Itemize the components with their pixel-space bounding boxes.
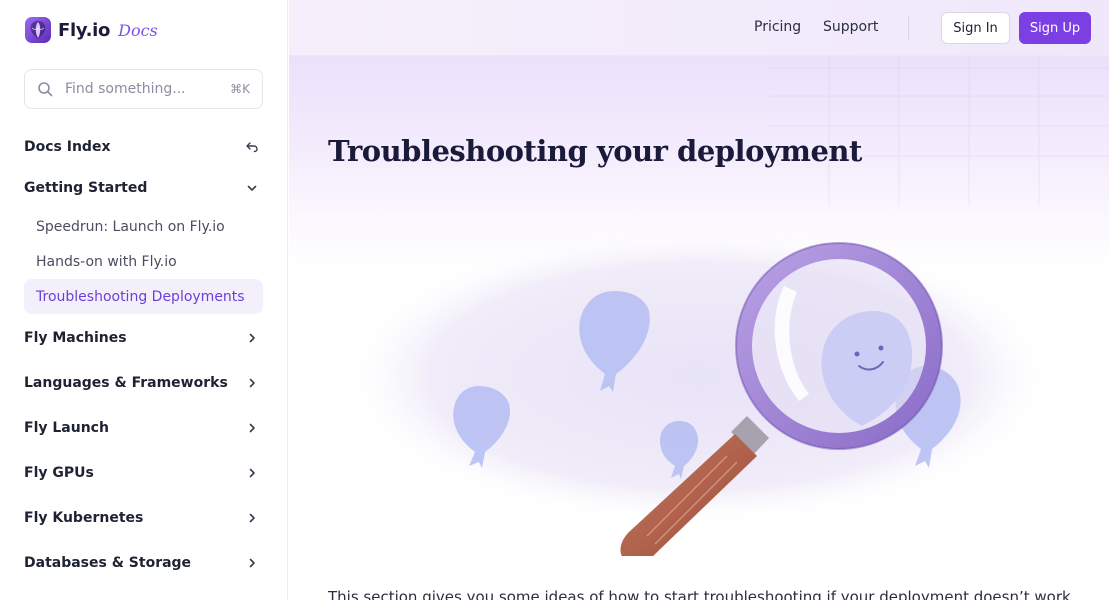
sidebar-item-fly-machines[interactable]: Fly Machines [24, 320, 263, 356]
sidebar-item-docs-index[interactable]: Docs Index [24, 129, 263, 165]
chevron-right-icon [249, 468, 255, 478]
chevron-right-icon [249, 558, 255, 568]
magnifying-glass-illustration [339, 226, 1059, 556]
sidebar-item-label: Fly GPUs [24, 465, 94, 481]
nav-link-support[interactable]: Support [823, 19, 878, 35]
sidebar-item-label: Getting Started [24, 180, 148, 196]
nav-divider [908, 16, 909, 40]
sign-in-button[interactable]: Sign In [941, 12, 1010, 44]
sidebar-subitem-speedrun[interactable]: Speedrun: Launch on Fly.io [24, 209, 263, 244]
sidebar-item-fly-kubernetes[interactable]: Fly Kubernetes [24, 500, 263, 536]
brand-name: Fly.io [58, 19, 111, 41]
sidebar-subitem-label: Hands-on with Fly.io [36, 253, 177, 270]
search-placeholder: Find something... [65, 81, 186, 97]
fly-balloon-icon [25, 17, 51, 43]
sidebar-item-getting-started[interactable]: Getting Started [24, 170, 263, 206]
sidebar-item-label: Docs Index [24, 139, 111, 155]
search-input[interactable]: Find something... ⌘K [24, 69, 263, 109]
sidebar-item-label: Languages & Frameworks [24, 375, 228, 391]
sidebar: Fly.io Docs Find something... ⌘K Docs In… [0, 0, 288, 600]
return-icon [246, 142, 258, 153]
chevron-right-icon [249, 423, 255, 433]
chevron-down-icon [247, 185, 257, 191]
chevron-right-icon [249, 378, 255, 388]
sidebar-item-fly-gpus[interactable]: Fly GPUs [24, 455, 263, 491]
sidebar-subitem-hands-on[interactable]: Hands-on with Fly.io [24, 244, 263, 279]
sidebar-item-languages-frameworks[interactable]: Languages & Frameworks [24, 365, 263, 401]
sidebar-item-label: Fly Kubernetes [24, 510, 144, 526]
sidebar-item-databases-storage[interactable]: Databases & Storage [24, 545, 263, 581]
chevron-right-icon [249, 333, 255, 343]
search-icon [38, 82, 53, 97]
intro-paragraph: This section gives you some ideas of how… [328, 588, 1071, 600]
sidebar-subitem-label: Speedrun: Launch on Fly.io [36, 218, 225, 235]
sidebar-subitem-label: Troubleshooting Deployments [36, 288, 245, 305]
sign-up-button[interactable]: Sign Up [1019, 12, 1091, 44]
chevron-right-icon [249, 513, 255, 523]
main-content: Troubleshooting your deployment This sec… [289, 56, 1109, 600]
top-navigation: Pricing Support Sign In Sign Up [289, 0, 1109, 56]
sidebar-item-label: Databases & Storage [24, 555, 192, 571]
page-title: Troubleshooting your deployment [328, 134, 862, 168]
background-grid [769, 56, 1109, 206]
sidebar-item-fly-launch[interactable]: Fly Launch [24, 410, 263, 446]
brand-docs-label: Docs [118, 20, 158, 40]
sidebar-item-label: Fly Launch [24, 420, 109, 436]
nav-link-pricing[interactable]: Pricing [754, 19, 801, 35]
sidebar-subitem-troubleshooting[interactable]: Troubleshooting Deployments [24, 279, 263, 314]
brand-logo[interactable]: Fly.io Docs [24, 14, 158, 46]
search-shortcut: ⌘K [230, 82, 250, 96]
sidebar-item-label: Fly Machines [24, 330, 127, 346]
